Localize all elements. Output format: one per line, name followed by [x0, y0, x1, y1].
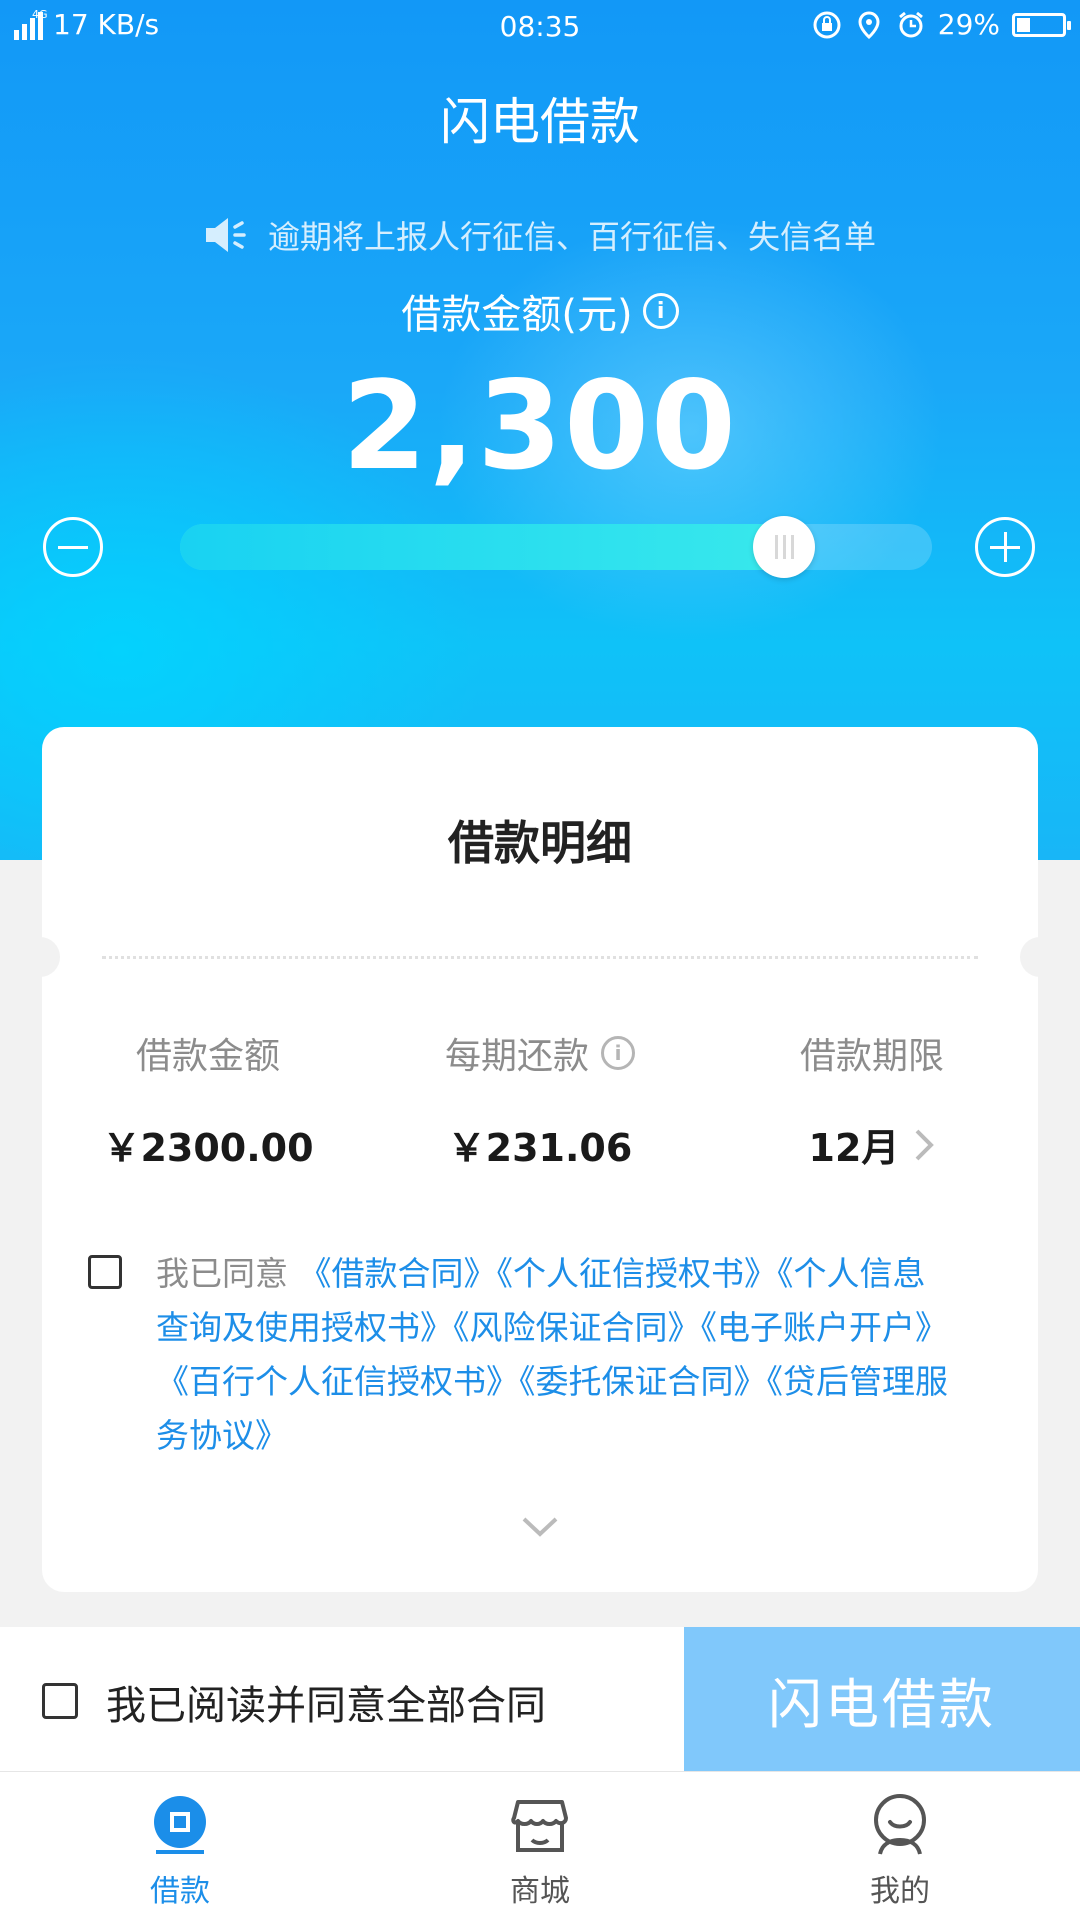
contract-link-entrusted-guarantee[interactable]: 《委托保证合同》 — [519, 1362, 767, 1401]
divider — [102, 956, 978, 959]
chevron-down-icon[interactable] — [520, 1515, 560, 1539]
column-value: ￥231.06 — [447, 1126, 633, 1170]
speaker-icon — [205, 218, 246, 252]
column-label: 借款金额 — [135, 1036, 280, 1077]
loan-amount: 2,300 — [342, 355, 738, 497]
info-icon[interactable]: i — [601, 1036, 635, 1070]
profile-icon — [874, 1794, 926, 1855]
info-icon[interactable]: i — [642, 293, 679, 329]
agree-checkbox[interactable] — [88, 1255, 122, 1289]
chevron-right-icon[interactable] — [913, 1127, 935, 1163]
tab-store[interactable]: 商城 — [360, 1772, 720, 1921]
amount-label-text: 借款金额(元) — [401, 292, 633, 338]
loan-icon — [154, 1796, 206, 1854]
agree-all-checkbox[interactable] — [42, 1683, 78, 1719]
slider-handle[interactable] — [753, 516, 815, 578]
location-icon — [858, 10, 880, 39]
increase-button[interactable] — [975, 517, 1035, 577]
tab-loan[interactable]: 借款 — [0, 1772, 360, 1921]
notice-text: 逾期将上报人行征信、百行征信、失信名单 — [267, 218, 876, 256]
contract-link-baihang-credit[interactable]: 《百行个人征信授权书》 — [156, 1362, 519, 1401]
contract-link-loan[interactable]: 《借款合同》 — [299, 1254, 497, 1293]
amount-slider[interactable] — [180, 516, 932, 578]
term-column[interactable]: 借款期限 12月 — [706, 1027, 1038, 1172]
store-icon — [511, 1800, 568, 1852]
installment-column: 每期还款 i ￥231.06 — [374, 1027, 706, 1172]
slider-fill — [180, 524, 784, 570]
bottom-tab-bar: 借款 商城 我的 — [0, 1771, 1080, 1921]
contract-link-e-account[interactable]: 《电子账户开户》 — [701, 1308, 949, 1347]
tab-label: 商城 — [510, 1874, 570, 1909]
column-label: 借款期限 — [799, 1036, 944, 1077]
status-bar: 4G 17 KB/s 08:35 29% — [0, 0, 1080, 56]
term-value[interactable]: 12月 — [809, 1117, 900, 1172]
tab-label: 我的 — [870, 1874, 930, 1909]
submit-loan-button[interactable]: 闪电借款 — [684, 1627, 1080, 1771]
amount-label: 借款金额(元) i — [0, 282, 1080, 340]
lock-rotation-icon — [813, 11, 841, 38]
loan-details-card: 借款明细 借款金额 ￥2300.00 每期还款 i ￥231.06 借款期限 1… — [20, 727, 1060, 1592]
card-title: 借款明细 — [448, 816, 632, 870]
contract-link-credit-auth[interactable]: 《个人征信授权书》 — [497, 1254, 778, 1293]
loan-amount-column: 借款金额 ￥2300.00 — [42, 1027, 374, 1172]
minus-icon — [58, 545, 88, 549]
column-value: ￥2300.00 — [102, 1126, 314, 1170]
decrease-button[interactable] — [43, 517, 103, 577]
battery-icon — [1012, 12, 1071, 37]
agree-prefix: 我已同意 — [156, 1254, 288, 1293]
action-bar: 我已阅读并同意全部合同 闪电借款 — [0, 1627, 1080, 1771]
contract-link-risk-guarantee[interactable]: 《风险保证合同》 — [453, 1308, 701, 1347]
alarm-icon — [898, 11, 923, 37]
overdue-notice: 逾期将上报人行征信、百行征信、失信名单 — [0, 212, 1080, 258]
tab-profile[interactable]: 我的 — [720, 1772, 1080, 1921]
agree-all-label[interactable]: 我已阅读并同意全部合同 — [106, 1673, 546, 1731]
column-label: 每期还款 — [444, 1036, 589, 1077]
tab-label: 借款 — [150, 1874, 210, 1909]
battery-percent: 29% — [937, 8, 1000, 41]
page-title: 闪电借款 — [440, 93, 640, 151]
